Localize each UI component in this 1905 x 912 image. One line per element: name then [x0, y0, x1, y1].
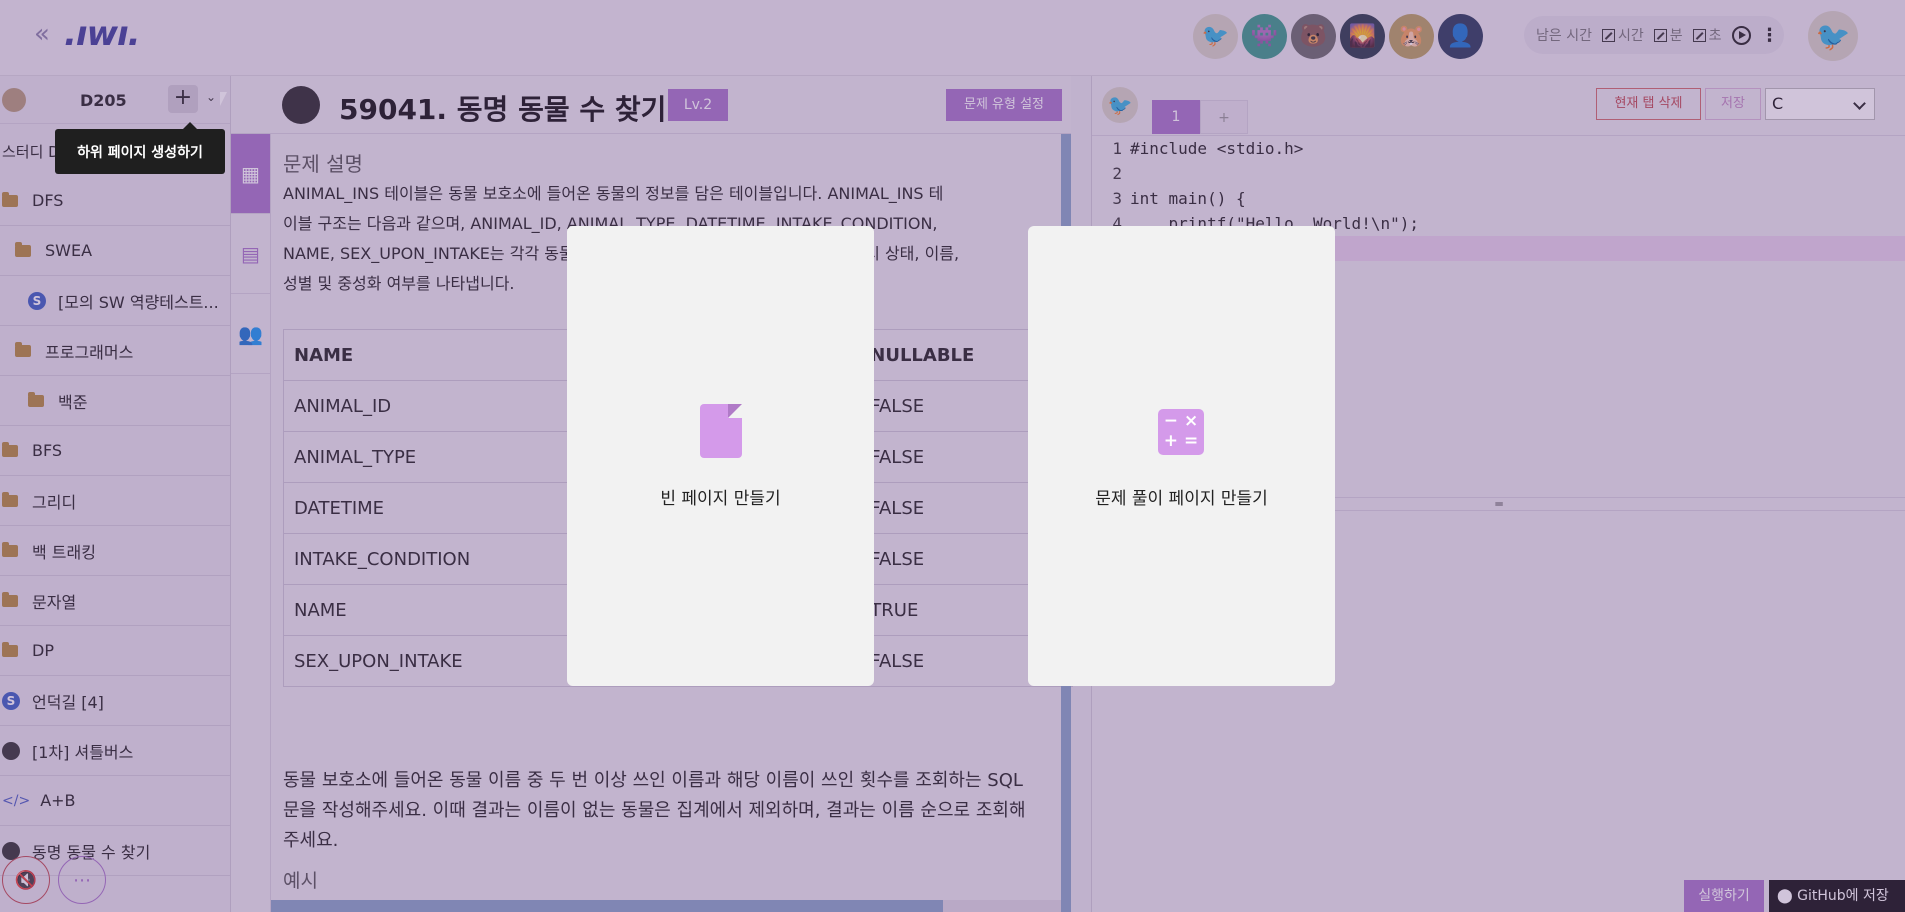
blank-page-card[interactable]: 빈 페이지 만들기 — [567, 226, 874, 686]
calculator-icon: − × + = — [1158, 409, 1204, 455]
add-subpage-tooltip: 하위 페이지 생성하기 — [55, 122, 225, 174]
blank-page-label: 빈 페이지 만들기 — [660, 489, 781, 509]
problem-page-card[interactable]: − × + = 문제 풀이 페이지 만들기 — [1028, 226, 1335, 686]
modal-overlay[interactable]: 빈 페이지 만들기 − × + = 문제 풀이 페이지 만들기 — [0, 0, 1905, 912]
problem-page-label: 문제 풀이 페이지 만들기 — [1095, 489, 1268, 509]
file-icon — [700, 404, 742, 458]
